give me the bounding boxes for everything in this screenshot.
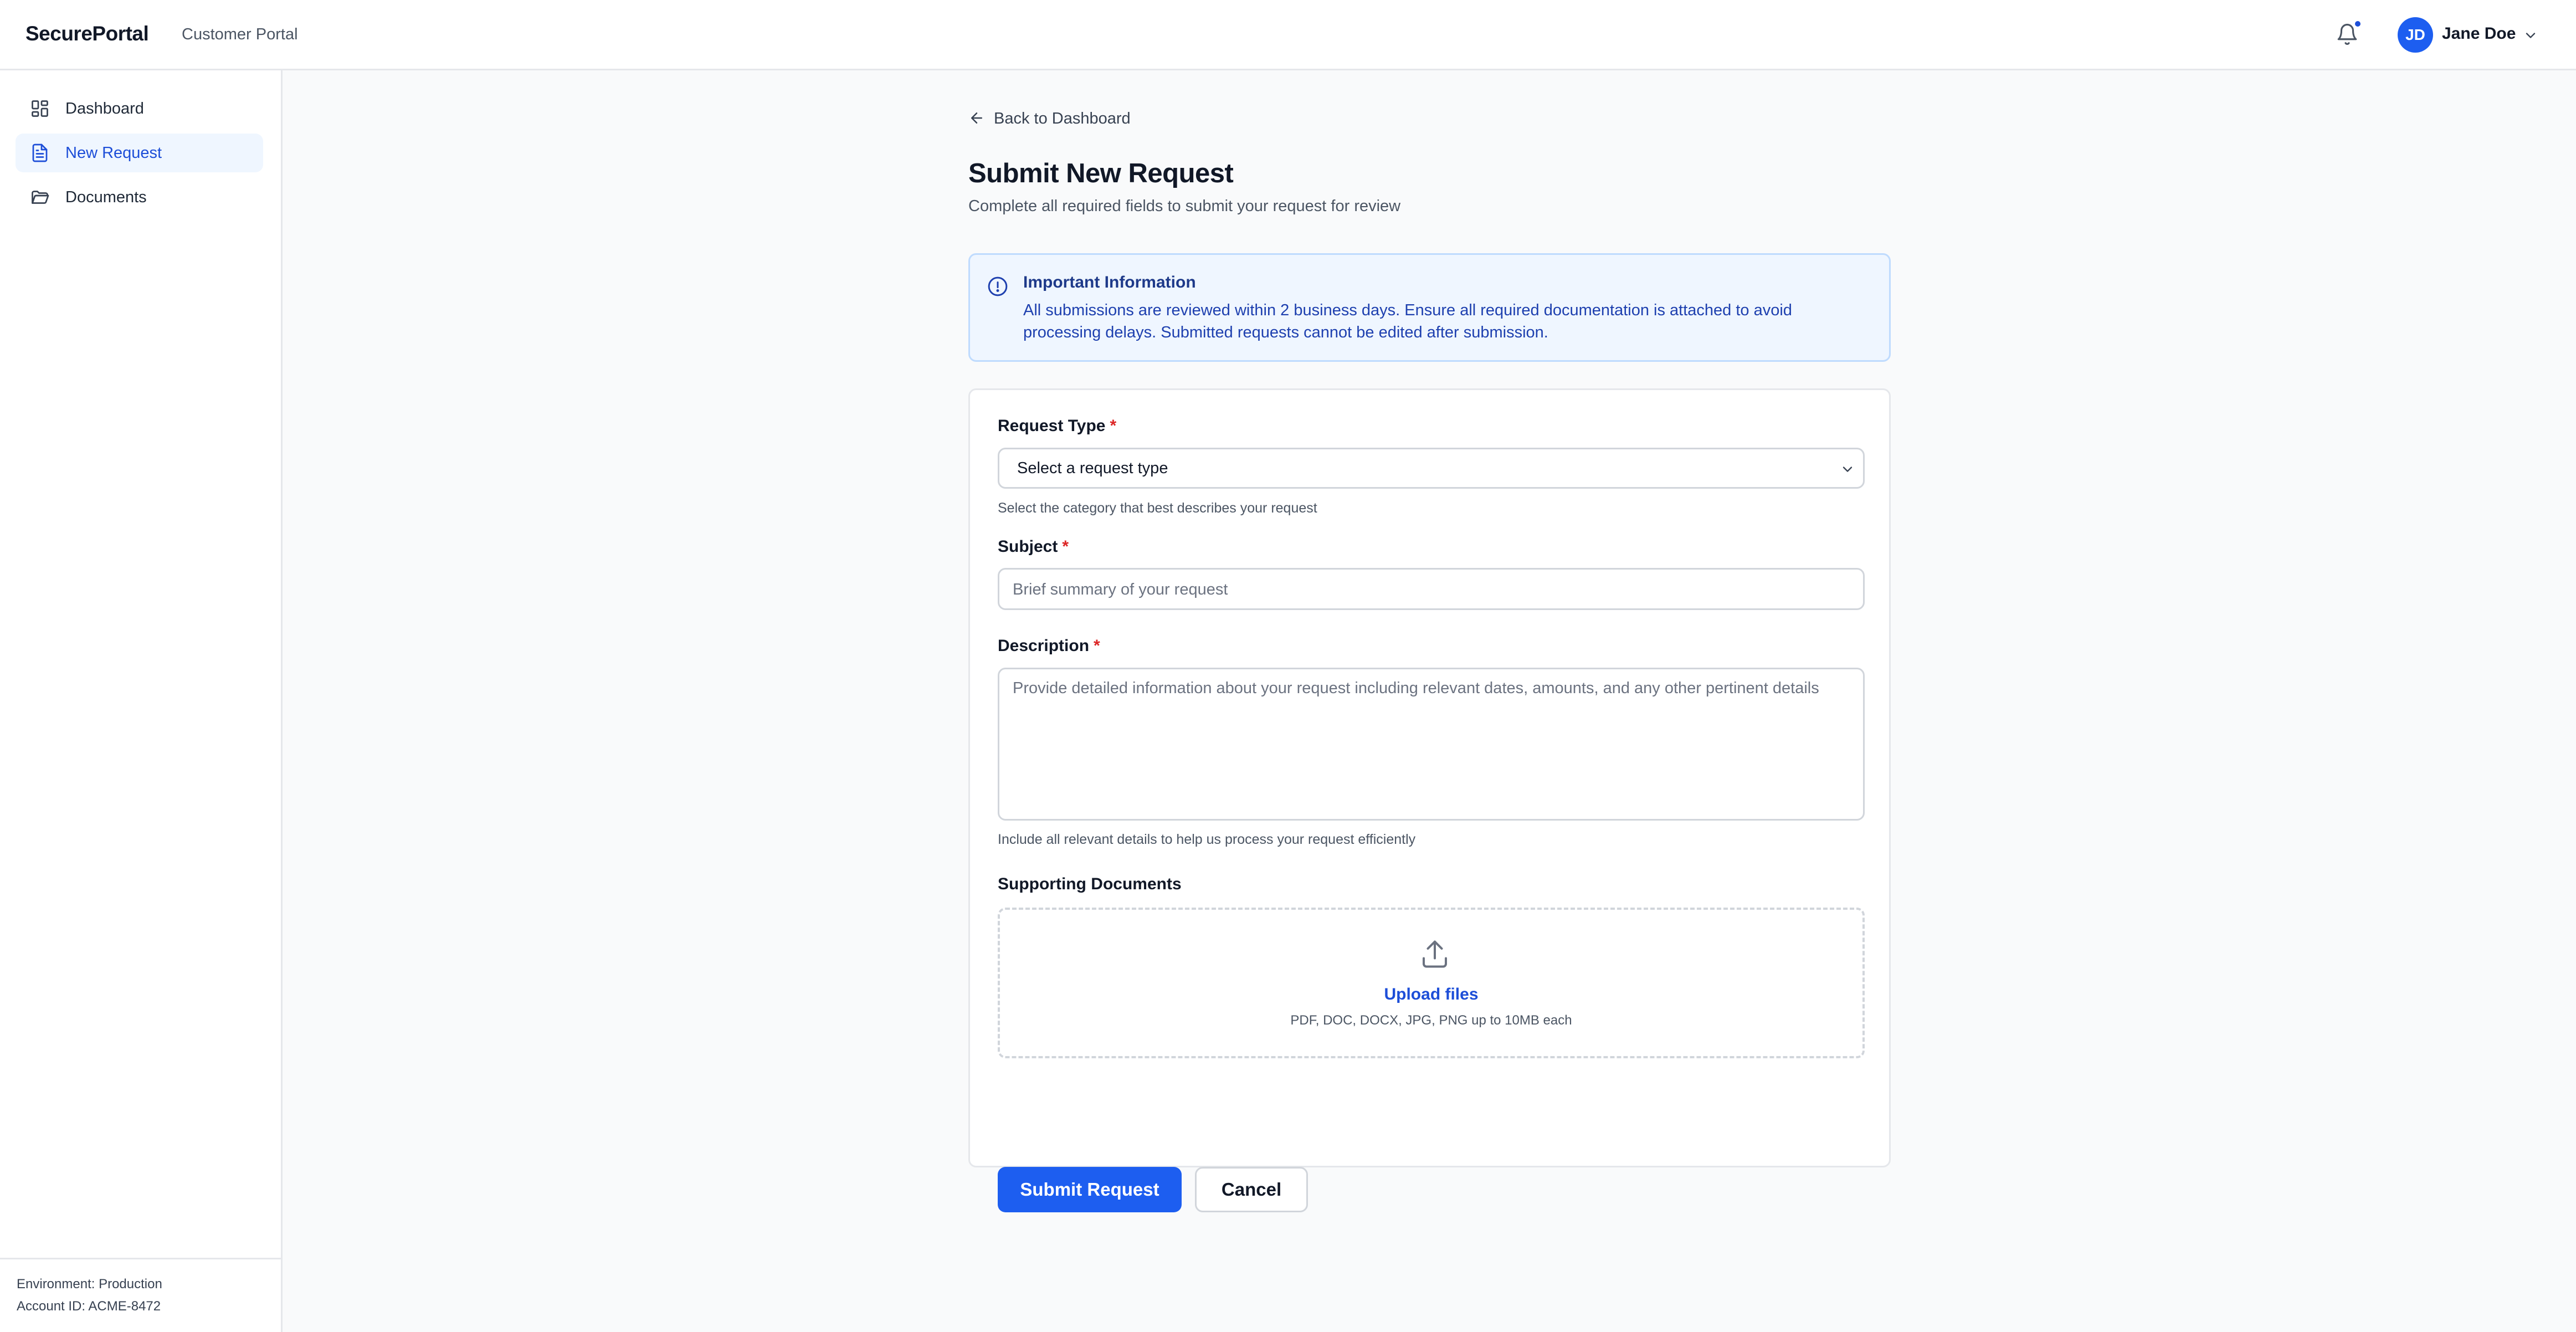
arrow-left-icon: [971, 112, 982, 124]
chevron-down-icon[interactable]: [2523, 28, 2538, 43]
request-type-help: Select the category that best describes …: [998, 500, 1317, 516]
sidebar-item-label: Dashboard: [65, 100, 144, 117]
sidebar-item-label: Documents: [65, 188, 147, 206]
folder-icon: [32, 191, 49, 204]
request-form: Request Type * Select a request type Sele…: [968, 388, 1891, 1212]
subject-label: Subject *: [998, 537, 1069, 556]
user-name[interactable]: Jane Doe: [2442, 24, 2516, 43]
environment-label: Environment: Production: [17, 1277, 162, 1292]
account-id-label: Account ID: ACME-8472: [17, 1299, 161, 1314]
required-mark: *: [1094, 637, 1100, 655]
request-type-select[interactable]: Select a request type: [998, 448, 1865, 489]
description-help: Include all relevant details to help us …: [998, 832, 1416, 847]
request-type-label-text: Request Type: [998, 417, 1106, 435]
page-subtitle: Complete all required fields to submit y…: [968, 197, 1401, 215]
sidebar: Dashboard New Request Documents Environm…: [0, 70, 283, 1332]
sidebar-item-dashboard[interactable]: Dashboard: [16, 89, 263, 128]
grid-icon: [32, 100, 48, 117]
request-type-label: Request Type *: [998, 417, 1116, 436]
upload-icon: [1423, 940, 1447, 968]
required-mark: *: [1110, 417, 1117, 435]
description-label: Description *: [998, 637, 1100, 655]
info-text: All submissions are reviewed within 2 bu…: [1023, 301, 1792, 341]
subject-label-text: Subject: [998, 537, 1058, 556]
description-textarea[interactable]: Provide detailed information about your …: [998, 668, 1865, 821]
notification-dot: [2353, 19, 2362, 28]
info-title: Important Information: [1023, 273, 1196, 291]
info-circle-icon: [988, 276, 1008, 296]
description-label-text: Description: [998, 637, 1090, 655]
avatar[interactable]: JD: [2398, 17, 2433, 53]
brand-logo[interactable]: SecurePortal: [25, 22, 149, 45]
subject-input[interactable]: Brief summary of your request: [998, 568, 1865, 610]
file-dropzone[interactable]: Upload files PDF, DOC, DOCX, JPG, PNG up…: [998, 908, 1865, 1058]
required-mark: *: [1062, 537, 1069, 556]
top-bar: SecurePortal Customer Portal JD Jane Doe: [0, 0, 2576, 70]
cancel-button[interactable]: Cancel: [1195, 1167, 1308, 1212]
sidebar-item-new-request[interactable]: New Request: [16, 134, 263, 172]
document-icon: [32, 144, 48, 162]
sidebar-item-documents[interactable]: Documents: [16, 178, 263, 217]
back-link-label: Back to Dashboard: [994, 110, 1131, 127]
main-content: Back to Dashboard Submit New Request Com…: [284, 72, 2576, 1332]
sidebar-item-label: New Request: [65, 144, 162, 162]
page-title: Submit New Request: [968, 158, 1234, 188]
info-alert: Important Information All submissions ar…: [968, 253, 1891, 362]
sidebar-footer: Environment: Production Account ID: ACME…: [0, 1258, 281, 1332]
request-type-selected: Select a request type: [1017, 459, 1168, 477]
subject-placeholder: Brief summary of your request: [1013, 581, 1228, 598]
description-placeholder: Provide detailed information about your …: [1013, 679, 1819, 697]
submit-request-button[interactable]: Submit Request: [998, 1167, 1182, 1212]
chevron-down-icon: [1843, 467, 1853, 472]
supporting-documents-label: Supporting Documents: [998, 875, 1182, 893]
upload-hint: PDF, DOC, DOCX, JPG, PNG up to 10MB each: [1290, 1013, 1572, 1028]
portal-subtitle: Customer Portal: [182, 25, 298, 43]
upload-files-link[interactable]: Upload files: [1000, 985, 1862, 1004]
